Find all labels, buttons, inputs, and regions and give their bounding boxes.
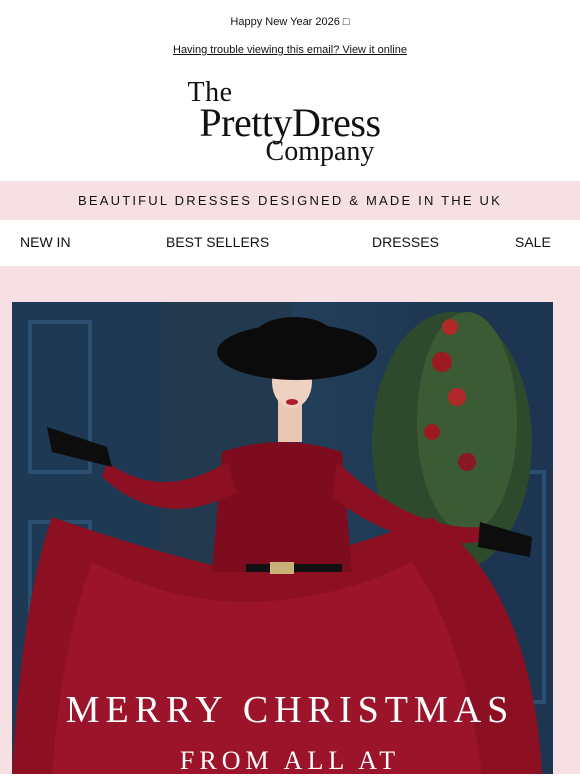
nav-best-sellers[interactable]: BEST SELLERS [166,234,269,250]
main-nav: NEW IN BEST SELLERS DRESSES SALE [0,220,580,266]
tagline-text: BEAUTIFUL DRESSES DESIGNED & MADE IN THE… [78,193,502,208]
tagline-banner: BEAUTIFUL DRESSES DESIGNED & MADE IN THE… [0,181,580,220]
nav-new-in[interactable]: NEW IN [20,234,71,250]
logo-line-prettydress: PrettyDress [199,100,381,145]
hero-subline: FROM ALL AT [179,746,401,775]
hero-headline: MERRY CHRISTMAS [65,689,515,731]
view-online-link[interactable]: Having trouble viewing this email? View … [0,44,580,56]
nav-dresses[interactable]: DRESSES [372,234,439,250]
preheader-text: Happy New Year 2026 □ [230,16,350,28]
logo-line-company: Company [265,136,375,167]
nav-sale[interactable]: SALE [515,234,551,250]
brand-logo[interactable]: The PrettyDress Company [0,79,580,167]
